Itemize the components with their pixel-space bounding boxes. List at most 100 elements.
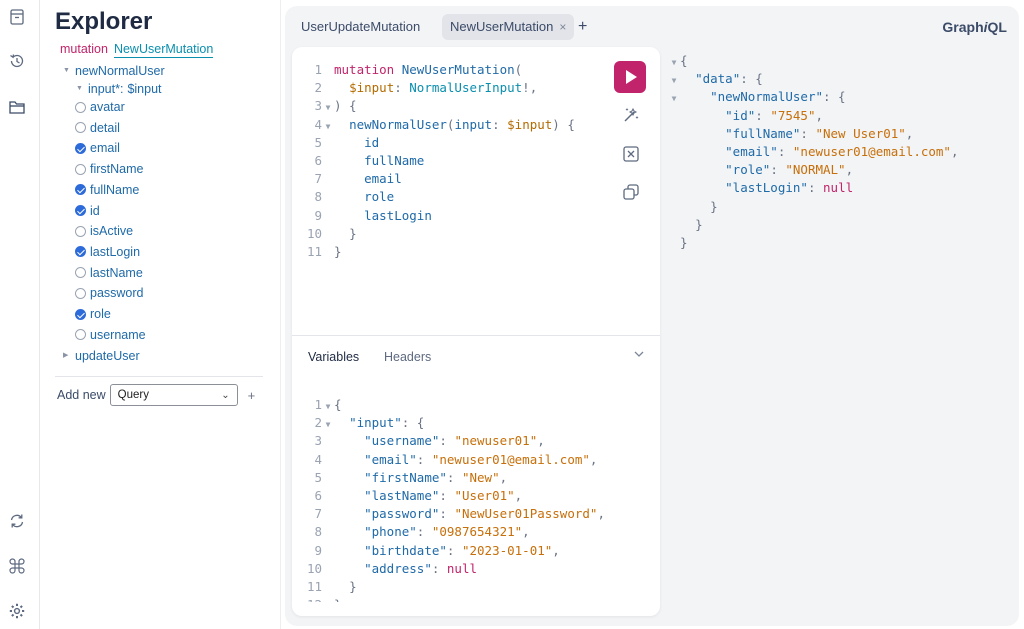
code-line: 10 } bbox=[306, 225, 357, 241]
code-line: 3 "username": "newuser01", bbox=[314, 433, 545, 449]
refetch-schema-icon[interactable] bbox=[8, 512, 26, 530]
field-password[interactable]: password bbox=[75, 284, 144, 302]
checkbox-checked-icon[interactable] bbox=[75, 205, 86, 216]
docs-icon[interactable] bbox=[8, 8, 26, 26]
operation-type-select[interactable]: Query ⌄ bbox=[109, 384, 238, 406]
code-line: 8 role bbox=[314, 189, 395, 205]
code-line: 8 "phone": "0987654321", bbox=[314, 524, 530, 540]
field-lastname[interactable]: lastName bbox=[75, 264, 143, 282]
root-field-new-normal-user[interactable]: ▼ newNormalUser bbox=[63, 62, 165, 80]
code-line: 11 } bbox=[306, 578, 357, 594]
code-line: 7 email bbox=[314, 171, 402, 187]
operation-name-input[interactable]: NewUserMutation bbox=[113, 42, 214, 58]
copy-icon[interactable] bbox=[621, 182, 641, 202]
merge-fragments-icon[interactable] bbox=[621, 144, 641, 164]
field-isactive[interactable]: isActive bbox=[75, 222, 133, 240]
field-lastlogin[interactable]: lastLogin bbox=[75, 243, 140, 261]
chevron-down-icon: ▼ bbox=[76, 85, 83, 92]
field-label: avatar bbox=[90, 100, 125, 114]
code-line: ▼ "newNormalUser": { bbox=[671, 89, 846, 105]
checkbox-checked-icon[interactable] bbox=[75, 308, 86, 320]
code-line: 5 id bbox=[314, 134, 380, 150]
field-label: lastLogin bbox=[90, 244, 141, 259]
result-viewer: ▼{ ▼ "data": { ▼ "newNormalUser": { "id"… bbox=[668, 52, 1008, 252]
tab-variables[interactable]: Variables bbox=[308, 350, 359, 364]
operation-header: mutation NewUserMutation bbox=[60, 42, 214, 58]
checkbox-unchecked-icon[interactable] bbox=[75, 267, 86, 279]
field-fullname[interactable]: fullName bbox=[75, 181, 139, 199]
code-line: } bbox=[695, 216, 703, 232]
divider bbox=[292, 335, 660, 336]
sidebar-rail bbox=[0, 0, 40, 629]
field-label: username bbox=[90, 327, 146, 342]
add-tab-button[interactable]: + bbox=[578, 14, 587, 40]
field-email[interactable]: email bbox=[75, 139, 120, 157]
brand-logo: GraphiQL bbox=[942, 19, 1007, 35]
prettify-icon[interactable] bbox=[621, 105, 641, 125]
field-avatar[interactable]: avatar bbox=[75, 98, 125, 116]
operation-keyword: mutation bbox=[60, 42, 108, 56]
explorer-folder-icon[interactable] bbox=[8, 98, 26, 116]
query-editor-card: 1 mutation NewUserMutation( 2 $input: Nor… bbox=[292, 47, 660, 616]
checkbox-unchecked-icon[interactable] bbox=[75, 101, 86, 113]
chevron-down-icon[interactable] bbox=[632, 347, 646, 361]
add-operation-button[interactable]: + bbox=[248, 388, 256, 403]
checkbox-unchecked-icon[interactable] bbox=[75, 287, 86, 299]
field-label: fullName bbox=[90, 182, 140, 197]
close-icon[interactable]: × bbox=[559, 20, 566, 34]
field-detail[interactable]: detail bbox=[75, 119, 120, 137]
checkbox-unchecked-icon[interactable] bbox=[75, 225, 86, 237]
shortcuts-command-icon[interactable] bbox=[8, 557, 26, 575]
code-line: "id": "7545", bbox=[725, 107, 824, 123]
checkbox-checked-icon[interactable] bbox=[75, 142, 86, 154]
tab-headers[interactable]: Headers bbox=[384, 350, 431, 364]
code-line: ▼{ bbox=[671, 53, 688, 68]
code-line: 4 ▼ newNormalUser(input: $input) { bbox=[314, 116, 575, 132]
code-line: 3 ▼) { bbox=[314, 98, 357, 114]
settings-gear-icon[interactable] bbox=[8, 602, 26, 620]
checkbox-unchecked-icon[interactable] bbox=[75, 163, 86, 175]
execute-query-button[interactable] bbox=[614, 61, 646, 93]
code-line: 12} bbox=[292, 596, 652, 602]
field-role[interactable]: role bbox=[75, 305, 111, 323]
code-line: 7 "password": "NewUser01Password", bbox=[314, 506, 605, 522]
chevron-down-icon: ▼ bbox=[63, 67, 70, 74]
code-line: "email": "newuser01@email.com", bbox=[725, 143, 959, 159]
field-label: email bbox=[90, 141, 120, 156]
field-label: firstName bbox=[90, 162, 144, 177]
code-line: } bbox=[710, 198, 718, 214]
field-label: id bbox=[90, 203, 100, 218]
field-label: lastName bbox=[90, 265, 143, 280]
tab-user-update-mutation[interactable]: UserUpdateMutation bbox=[293, 14, 428, 40]
code-line: 5 "firstName": "New", bbox=[314, 469, 508, 485]
add-new-label: Add new bbox=[57, 388, 106, 402]
code-line: "lastLogin": null bbox=[725, 180, 854, 196]
divider bbox=[55, 376, 263, 377]
variables-editor[interactable]: 1 ▼{ 2 ▼ "input": { 3 "username": "newuser… bbox=[292, 396, 652, 602]
code-line: 4 "email": "newuser01@email.com", bbox=[314, 451, 598, 467]
field-label: isActive bbox=[90, 224, 134, 239]
code-line: 6 fullName bbox=[314, 152, 425, 168]
history-icon[interactable] bbox=[8, 52, 26, 70]
chevron-right-icon: ▶ bbox=[63, 352, 69, 359]
checkbox-checked-icon[interactable] bbox=[75, 184, 86, 196]
explorer-title: Explorer bbox=[55, 8, 153, 35]
code-line: 9 lastLogin bbox=[314, 207, 432, 223]
tab-new-user-mutation[interactable]: NewUserMutation × bbox=[442, 14, 575, 40]
field-username[interactable]: username bbox=[75, 326, 146, 344]
code-line: "fullName": "New User01", bbox=[725, 125, 914, 141]
argument-input[interactable]: ▼ input*: $input bbox=[76, 80, 162, 98]
code-line: } bbox=[680, 234, 688, 250]
code-line: 9 "birthdate": "2023-01-01", bbox=[314, 542, 560, 558]
code-line: "role": "NORMAL", bbox=[725, 162, 854, 178]
field-id[interactable]: id bbox=[75, 202, 100, 220]
query-editor[interactable]: 1 mutation NewUserMutation( 2 $input: Nor… bbox=[292, 61, 592, 261]
chevron-down-icon: ⌄ bbox=[221, 389, 230, 401]
add-new-operation: Add new Query ⌄ + bbox=[57, 384, 255, 406]
checkbox-unchecked-icon[interactable] bbox=[75, 329, 86, 341]
checkbox-checked-icon[interactable] bbox=[75, 246, 86, 258]
root-field-update-user[interactable]: ▶ updateUser bbox=[63, 347, 140, 365]
checkbox-unchecked-icon[interactable] bbox=[75, 122, 86, 134]
code-line: 11} bbox=[306, 243, 342, 259]
field-firstname[interactable]: firstName bbox=[75, 160, 143, 178]
